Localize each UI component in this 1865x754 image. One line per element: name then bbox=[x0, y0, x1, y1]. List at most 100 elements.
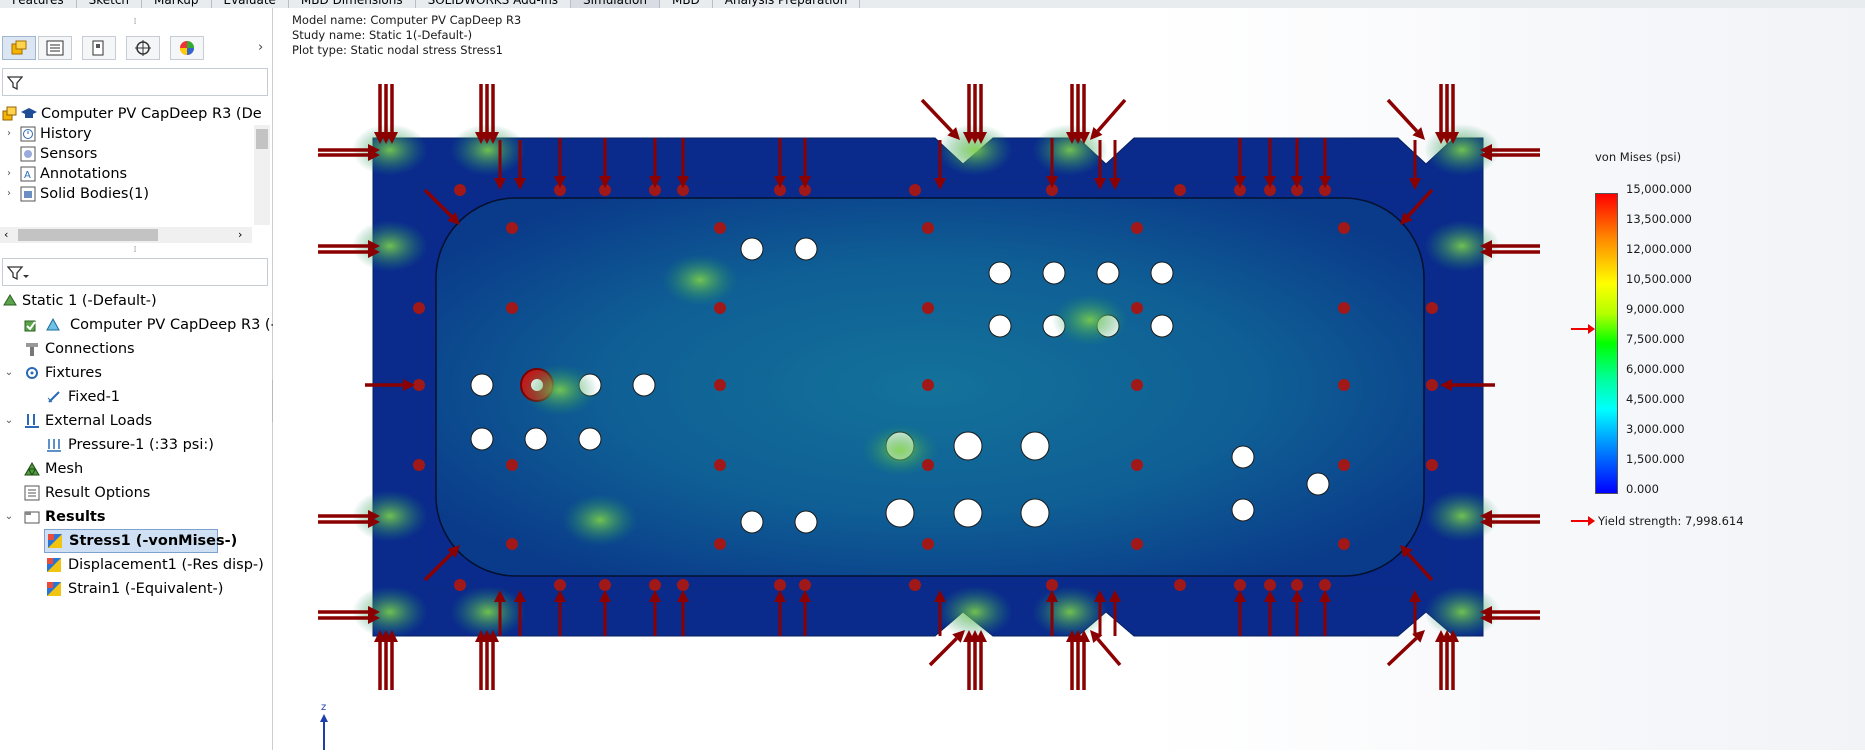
manager-tabs: › bbox=[0, 34, 272, 62]
fixtures-item[interactable]: ⌄ Fixtures bbox=[0, 362, 270, 384]
tree-label: Strain1 (-Equivalent-) bbox=[68, 581, 224, 597]
tree-item-solid-bodies[interactable]: › Solid Bodies(1) bbox=[0, 183, 250, 205]
solid-part-icon bbox=[46, 317, 60, 331]
chevron-right-icon[interactable]: › bbox=[258, 40, 263, 55]
z-axis-label: z bbox=[321, 702, 327, 713]
tab-mbd[interactable]: MBD bbox=[660, 0, 713, 8]
pressure-icon bbox=[47, 439, 61, 452]
stress-legend[interactable]: von Mises (psi) 15,000.000 13,500.000 12… bbox=[1560, 0, 1860, 750]
result-options-item[interactable]: Result Options bbox=[0, 482, 270, 504]
tree-label: Fixtures bbox=[45, 365, 102, 381]
fixed-item[interactable]: Fixed-1 bbox=[0, 386, 270, 408]
yield-arrow-icon bbox=[1571, 516, 1595, 526]
displacement-plot-icon bbox=[47, 558, 61, 572]
feature-manager-icon bbox=[11, 40, 27, 55]
tree-label: Displacement1 (-Res disp-) bbox=[68, 557, 264, 573]
expand-arrow-icon[interactable]: › bbox=[3, 183, 15, 205]
tree-label: Pressure-1 (:33 psi:) bbox=[68, 437, 214, 453]
scroll-thumb[interactable] bbox=[256, 129, 268, 149]
connections-icon bbox=[26, 343, 38, 356]
property-manager-tab[interactable] bbox=[38, 36, 72, 60]
tab-evaluate[interactable]: Evaluate bbox=[212, 0, 289, 8]
horizontal-scrollbar[interactable]: ‹ › bbox=[0, 227, 252, 243]
scroll-thumb[interactable] bbox=[18, 229, 158, 241]
feature-filter[interactable] bbox=[2, 68, 268, 96]
tree-label: Solid Bodies(1) bbox=[40, 186, 150, 202]
legend-tick: 13,500.000 bbox=[1626, 212, 1692, 226]
tree-label: Mesh bbox=[45, 461, 84, 477]
external-loads-item[interactable]: ⌄ External Loads bbox=[0, 410, 270, 432]
tree-label: Annotations bbox=[40, 166, 128, 182]
z-axis-arrow-icon bbox=[320, 714, 328, 750]
tab-sketch[interactable]: Sketch bbox=[77, 0, 143, 8]
strain-plot-item[interactable]: Strain1 (-Equivalent-) bbox=[0, 578, 270, 600]
svg-text:A: A bbox=[24, 170, 31, 181]
tree-label: Computer PV CapDeep R3 (-[S bbox=[70, 317, 291, 333]
dimxpert-manager-tab[interactable] bbox=[126, 36, 160, 60]
graduation-cap-icon bbox=[21, 108, 37, 118]
stress-plot-item[interactable]: Stress1 (-vonMises-) bbox=[44, 529, 237, 553]
legend-tick: 9,000.000 bbox=[1626, 302, 1685, 316]
expand-arrow-icon[interactable]: › bbox=[3, 123, 15, 145]
reference-triad: z bbox=[318, 700, 338, 750]
panel-grip[interactable]: ⁞ bbox=[130, 18, 140, 27]
sensor-icon bbox=[20, 146, 36, 162]
configuration-manager-tab[interactable] bbox=[82, 36, 116, 60]
filter-icon bbox=[7, 76, 23, 91]
tree-label: Connections bbox=[45, 341, 135, 357]
collapse-arrow-icon[interactable]: ⌄ bbox=[3, 506, 15, 528]
tab-analysis-preparation[interactable]: Analysis Preparation bbox=[713, 0, 861, 8]
color-scale-bar bbox=[1595, 193, 1618, 494]
expand-arrow-icon[interactable]: › bbox=[3, 163, 15, 185]
tab-features[interactable]: Features bbox=[0, 0, 77, 8]
stress-plot-icon bbox=[48, 534, 62, 548]
tree-item-history[interactable]: › History bbox=[0, 123, 250, 145]
vertical-scrollbar[interactable] bbox=[254, 125, 270, 225]
crosshair-icon bbox=[135, 40, 151, 56]
legend-tick: 10,500.000 bbox=[1626, 272, 1692, 286]
part-name-label: Computer PV CapDeep R3 (De bbox=[41, 106, 262, 122]
pressure-item[interactable]: Pressure-1 (:33 psi:) bbox=[0, 434, 270, 456]
legend-tick: 4,500.000 bbox=[1626, 392, 1685, 406]
fixed-geometry-icon bbox=[47, 391, 60, 403]
feature-manager-tab[interactable] bbox=[2, 36, 36, 60]
tree-item-annotations[interactable]: › A Annotations bbox=[0, 163, 250, 185]
result-options-icon bbox=[24, 485, 40, 501]
filter-dropdown-icon bbox=[7, 266, 29, 281]
tree-label: External Loads bbox=[45, 413, 153, 429]
collapse-arrow-icon[interactable]: ⌄ bbox=[3, 362, 15, 384]
legend-tick: 12,000.000 bbox=[1626, 242, 1692, 256]
mesh-item[interactable]: Mesh bbox=[0, 458, 270, 480]
model-name-text: Model name: Computer PV CapDeep R3 bbox=[292, 13, 522, 27]
legend-tick: 15,000.000 bbox=[1626, 182, 1692, 196]
panel-splitter[interactable]: ⁞ bbox=[130, 246, 140, 255]
tab-solidworks-addins[interactable]: SOLIDWORKS Add-Ins bbox=[416, 0, 572, 8]
simulation-filter[interactable] bbox=[2, 258, 268, 286]
left-panel: ⁞ › Computer PV CapDeep R3 (De › History… bbox=[0, 8, 291, 750]
fixtures-icon bbox=[26, 367, 38, 379]
static-study-icon bbox=[3, 294, 17, 306]
tree-label: Result Options bbox=[45, 485, 151, 501]
tree-item-sensors[interactable]: Sensors bbox=[0, 143, 250, 165]
yield-strength-text: Yield strength: 7,998.614 bbox=[1598, 514, 1744, 528]
scroll-right-icon[interactable]: › bbox=[238, 227, 242, 243]
legend-tick: 3,000.000 bbox=[1626, 422, 1685, 436]
yield-marker-icon bbox=[1571, 324, 1595, 334]
collapse-arrow-icon[interactable]: ⌄ bbox=[3, 410, 15, 432]
configuration-manager-icon bbox=[92, 40, 104, 56]
tab-mbd-dimensions[interactable]: MBD Dimensions bbox=[289, 0, 416, 8]
study-item[interactable]: Static 1 (-Default-) bbox=[0, 290, 270, 312]
plot-type-text: Plot type: Static nodal stress Stress1 bbox=[292, 43, 503, 57]
display-manager-tab[interactable] bbox=[170, 36, 204, 60]
results-folder-icon bbox=[24, 511, 40, 524]
connections-item[interactable]: Connections bbox=[0, 338, 270, 360]
tab-markup[interactable]: Markup bbox=[142, 0, 212, 8]
tree-item-part[interactable]: Computer PV CapDeep R3 (De bbox=[2, 103, 262, 125]
tab-simulation[interactable]: Simulation bbox=[571, 0, 660, 8]
results-item[interactable]: ⌄ Results bbox=[0, 506, 270, 528]
legend-tick: 7,500.000 bbox=[1626, 332, 1685, 346]
scroll-left-icon[interactable]: ‹ bbox=[4, 227, 8, 243]
study-part-item[interactable]: Computer PV CapDeep R3 (-[S bbox=[0, 314, 291, 336]
displacement-plot-item[interactable]: Displacement1 (-Res disp-) bbox=[0, 554, 270, 576]
legend-tick: 6,000.000 bbox=[1626, 362, 1685, 376]
